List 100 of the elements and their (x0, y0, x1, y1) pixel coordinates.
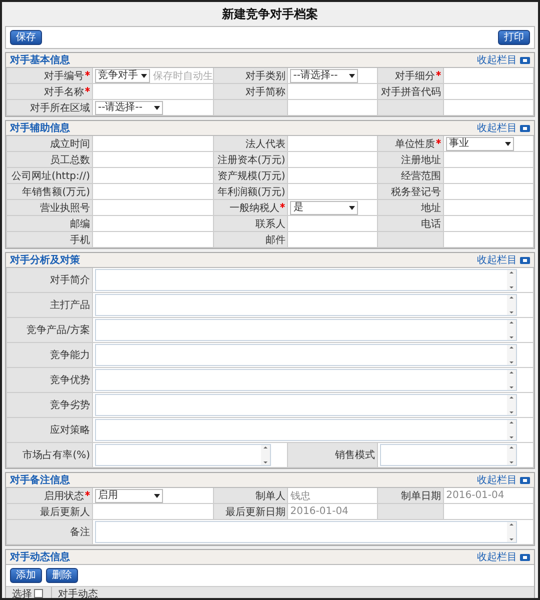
field-label: 成立时间 (50, 138, 90, 150)
field-label: 主打产品 (50, 298, 90, 312)
field-label: 对手简介 (50, 274, 90, 287)
field-value: 钱忠 (290, 490, 310, 502)
dropdown[interactable]: 启用 (95, 488, 163, 502)
hint-text: 保存时自动生 (153, 70, 213, 82)
field-label: 竞争劣势 (50, 398, 90, 412)
input-field[interactable] (93, 504, 214, 520)
field-label: 邮编 (70, 218, 90, 230)
field-label: 竞争产品/方案 (26, 324, 90, 337)
field-label: 公司网址(http://) (12, 170, 90, 182)
input-field[interactable] (288, 84, 378, 100)
input-field[interactable] (288, 152, 378, 168)
input-field[interactable] (288, 184, 378, 200)
text-area[interactable] (95, 369, 517, 391)
caret-icon (349, 206, 356, 210)
dropdown[interactable]: 竞争对手 (95, 68, 150, 82)
input-field[interactable] (288, 216, 378, 232)
text-area[interactable] (95, 521, 517, 543)
field-label: 制单人 (255, 490, 286, 502)
field-label: 对手名称 (44, 86, 84, 98)
field-label: 邮件 (265, 234, 286, 246)
input-field[interactable] (288, 232, 378, 248)
field-label: 对手类别 (245, 70, 286, 82)
text-area[interactable] (95, 269, 517, 291)
caret-icon (141, 74, 147, 78)
input-field[interactable] (93, 84, 214, 100)
field-label: 年销售额(万元) (22, 186, 90, 198)
text-area[interactable] (95, 319, 517, 341)
input-field[interactable] (444, 200, 534, 216)
field-label: 注册地址 (401, 154, 442, 166)
collapse-icon[interactable] (520, 56, 530, 64)
field-label: 联系人 (255, 218, 286, 230)
input-field[interactable] (288, 136, 378, 152)
collapse-link[interactable]: 收起栏目 (477, 53, 517, 67)
input-field[interactable] (93, 184, 214, 200)
action-button[interactable]: 添加 (10, 568, 42, 583)
page-title: 新建竞争对手档案 (221, 6, 319, 23)
input-field[interactable] (444, 152, 534, 168)
text-area[interactable] (95, 294, 517, 316)
field-label: 法人代表 (245, 138, 286, 150)
section-title: 对手基本信息 (10, 54, 71, 67)
field-value: 2016-01-04 (290, 506, 348, 517)
collapse-link[interactable]: 收起栏目 (477, 473, 517, 487)
field-label: 竞争优势 (50, 374, 90, 387)
collapse-icon[interactable] (520, 124, 530, 132)
checkbox[interactable] (34, 589, 43, 598)
input-field[interactable] (444, 184, 534, 200)
field-label: 市场占有率(%) (22, 448, 90, 462)
dropdown[interactable]: 事业 (446, 136, 514, 150)
field-label: 对手简称 (245, 86, 286, 98)
text-area[interactable] (95, 344, 517, 366)
section-title: 对手备注信息 (10, 473, 71, 487)
field-label: 最后更新人 (40, 506, 90, 518)
field-label: 电话 (421, 218, 442, 230)
caret-icon (349, 74, 356, 78)
text-area[interactable] (380, 444, 517, 466)
field-label: 对手编号 (44, 70, 84, 82)
input-field[interactable] (444, 216, 534, 232)
input-field[interactable] (93, 216, 214, 232)
section-title: 对手动态信息 (10, 550, 71, 564)
action-button[interactable]: 删除 (46, 568, 78, 583)
input-field[interactable] (93, 168, 214, 184)
collapse-icon[interactable] (520, 476, 530, 484)
collapse-icon[interactable] (520, 554, 530, 560)
field-label: 员工总数 (50, 154, 90, 166)
field-label: 手机 (70, 234, 90, 246)
input-field[interactable] (93, 232, 214, 248)
field-label: 注册资本(万元) (217, 154, 286, 166)
text-area[interactable] (95, 419, 517, 441)
dropdown[interactable]: 是 (290, 200, 358, 214)
column-header: 选择 (12, 588, 32, 598)
field-label: 最后更新日期 (225, 506, 286, 518)
print-button[interactable]: 打印 (498, 30, 530, 45)
field-label: 经营范围 (401, 170, 442, 182)
field-label: 竞争能力 (50, 348, 90, 362)
section-title: 对手分析及对策 (10, 254, 81, 267)
input-field[interactable] (93, 200, 214, 216)
field-label: 单位性质 (395, 138, 436, 150)
text-area[interactable] (95, 394, 517, 416)
collapse-link[interactable]: 收起栏目 (477, 550, 517, 564)
field-value: 2016-01-04 (446, 490, 504, 501)
caret-icon (154, 494, 160, 498)
field-label: 年利润额(万元) (217, 186, 286, 198)
dropdown[interactable]: --请选择-- (290, 68, 358, 82)
input-field[interactable] (444, 84, 534, 100)
field-label: 税务登记号 (391, 186, 442, 198)
input-field[interactable] (93, 136, 214, 152)
collapse-icon[interactable] (520, 256, 530, 264)
input-field[interactable] (444, 68, 534, 84)
dropdown[interactable]: --请选择-- (95, 100, 163, 114)
collapse-link[interactable]: 收起栏目 (477, 121, 517, 135)
save-button[interactable]: 保存 (10, 30, 42, 45)
input-field[interactable] (288, 168, 378, 184)
field-label: 对手拼音代码 (381, 86, 442, 98)
field-label: 地址 (421, 202, 442, 214)
input-field[interactable] (93, 152, 214, 168)
text-area[interactable] (95, 444, 272, 466)
collapse-link[interactable]: 收起栏目 (477, 253, 517, 267)
input-field[interactable] (444, 168, 534, 184)
